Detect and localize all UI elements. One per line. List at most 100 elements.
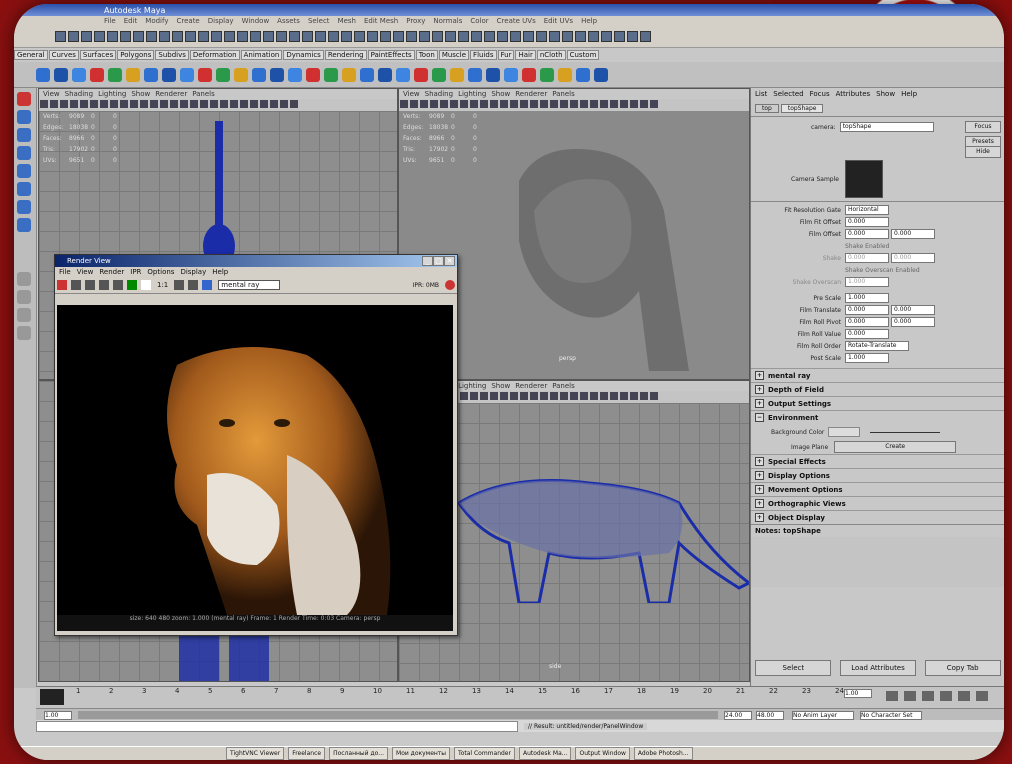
viewport-tool-icon[interactable]	[610, 392, 618, 400]
toolbar-icon[interactable]	[432, 31, 443, 42]
viewport-tool-icon[interactable]	[240, 100, 248, 108]
expand-icon[interactable]: +	[755, 385, 764, 394]
shelf-tool-icon[interactable]	[198, 67, 212, 82]
stop-render-icon[interactable]	[445, 280, 455, 290]
shelf-tab[interactable]: Polygons	[117, 50, 155, 60]
toolbar-icon[interactable]	[237, 31, 248, 42]
copy-tab-button[interactable]: Copy Tab	[924, 660, 1001, 676]
render-menu-item[interactable]: Help	[212, 268, 228, 276]
viewport-tool-icon[interactable]	[120, 100, 128, 108]
viewport-tool-icon[interactable]	[500, 392, 508, 400]
viewport-tool-icon[interactable]	[640, 392, 648, 400]
expand-icon[interactable]: +	[755, 457, 764, 466]
viewport-tool-icon[interactable]	[430, 100, 438, 108]
toolbar-icon[interactable]	[133, 31, 144, 42]
toolbar-icon[interactable]	[393, 31, 404, 42]
shelf-tool-icon[interactable]	[54, 67, 68, 82]
attr-menu-item[interactable]: Selected	[773, 90, 803, 98]
create-image-plane-button[interactable]: Create	[834, 441, 957, 453]
toolbar-icon[interactable]	[614, 31, 625, 42]
attr-section[interactable]: + mental ray	[751, 368, 1004, 382]
viewport-menu-item[interactable]: Show	[131, 90, 150, 98]
scale-tool-icon[interactable]	[17, 182, 31, 196]
shelf-tool-icon[interactable]	[126, 67, 140, 82]
maximize-button[interactable]: □	[433, 256, 444, 266]
lasso-tool-icon[interactable]	[17, 110, 31, 124]
toolbar-icon[interactable]	[549, 31, 560, 42]
attr-menu-item[interactable]: List	[755, 90, 767, 98]
viewport-menu-item[interactable]: Renderer	[515, 382, 547, 390]
expand-icon[interactable]: +	[755, 399, 764, 408]
manipulator-icon[interactable]	[17, 200, 31, 214]
viewport-menu-item[interactable]: Renderer	[155, 90, 187, 98]
viewport-tool-icon[interactable]	[480, 100, 488, 108]
viewport-tool-icon[interactable]	[200, 100, 208, 108]
render-menu-item[interactable]: IPR	[130, 268, 141, 276]
fit-res-gate-select[interactable]: Horizontal	[845, 205, 889, 215]
viewport-tool-icon[interactable]	[510, 392, 518, 400]
viewport-tool-icon[interactable]	[180, 100, 188, 108]
viewport-menu-item[interactable]: Shading	[425, 90, 453, 98]
shelf-tab[interactable]: General	[14, 50, 48, 60]
shelf-tool-icon[interactable]	[468, 67, 482, 82]
attr-menu-item[interactable]: Show	[876, 90, 895, 98]
viewport-tool-icon[interactable]	[550, 100, 558, 108]
viewport-tool-icon[interactable]	[530, 392, 538, 400]
command-input[interactable]	[36, 720, 518, 732]
viewport-tool-icon[interactable]	[280, 100, 288, 108]
taskbar-button[interactable]: TightVNC Viewer	[226, 747, 285, 760]
shelf-tool-icon[interactable]	[252, 67, 266, 82]
expand-icon[interactable]: +	[755, 471, 764, 480]
toolbar-icon[interactable]	[640, 31, 651, 42]
menu-item[interactable]: Edit UVs	[544, 17, 573, 25]
toolbar-icon[interactable]	[68, 31, 79, 42]
toolbar-icon[interactable]	[445, 31, 456, 42]
toolbar-icon[interactable]	[601, 31, 612, 42]
toolbar-icon[interactable]	[523, 31, 534, 42]
taskbar-button[interactable]: Total Commander	[454, 747, 515, 760]
remove-image-icon[interactable]	[188, 280, 199, 290]
shelf-tab[interactable]: Rendering	[324, 50, 367, 60]
menu-item[interactable]: Select	[308, 17, 330, 25]
toolbar-icon[interactable]	[120, 31, 131, 42]
step-back-icon[interactable]	[904, 691, 916, 701]
shelf-tab[interactable]: Fur	[497, 50, 515, 60]
viewport-tool-icon[interactable]	[580, 392, 588, 400]
rgb-channel-icon[interactable]	[127, 280, 137, 290]
shelf-tool-icon[interactable]	[504, 67, 518, 82]
playback-start-icon[interactable]	[886, 691, 898, 701]
shelf-tab[interactable]: Deformation	[189, 50, 240, 60]
viewport-tool-icon[interactable]	[400, 100, 408, 108]
toolbar-icon[interactable]	[471, 31, 482, 42]
viewport-tool-icon[interactable]	[140, 100, 148, 108]
viewport-tool-icon[interactable]	[230, 100, 238, 108]
toolbar-icon[interactable]	[198, 31, 209, 42]
film-roll-order-select[interactable]: Rotate-Translate	[845, 341, 909, 351]
select-tool-icon[interactable]	[17, 92, 31, 106]
move-tool-icon[interactable]	[17, 146, 31, 160]
viewport-tool-icon[interactable]	[560, 100, 568, 108]
menu-item[interactable]: Normals	[433, 17, 462, 25]
shake-overscan-enabled-checkbox[interactable]: Shake Overscan Enabled	[845, 267, 920, 274]
film-fit-offset-field[interactable]: 0.000	[845, 217, 889, 227]
attr-section[interactable]: + Depth of Field	[751, 382, 1004, 396]
viewport-tool-icon[interactable]	[590, 100, 598, 108]
layout-outliner-icon[interactable]	[17, 326, 31, 340]
viewport-tool-icon[interactable]	[540, 100, 548, 108]
viewport-tool-icon[interactable]	[460, 392, 468, 400]
anim-layer-select[interactable]: No Anim Layer	[792, 710, 854, 720]
camera-name-field[interactable]: topShape	[839, 122, 934, 132]
toolbar-icon[interactable]	[146, 31, 157, 42]
viewport-menu-item[interactable]: Panels	[192, 90, 215, 98]
viewport-tool-icon[interactable]	[490, 100, 498, 108]
background-color-swatch[interactable]	[828, 427, 861, 437]
shelf-tab[interactable]: Dynamics	[283, 50, 324, 60]
current-frame-field[interactable]: 1.00	[844, 689, 872, 698]
paint-select-icon[interactable]	[17, 128, 31, 142]
shelf-tool-icon[interactable]	[450, 67, 464, 82]
attr-menu-item[interactable]: Focus	[810, 90, 830, 98]
shelf-tool-icon[interactable]	[108, 67, 122, 82]
toolbar-icon[interactable]	[341, 31, 352, 42]
viewport-tool-icon[interactable]	[590, 392, 598, 400]
shelf-tool-icon[interactable]	[378, 67, 392, 82]
